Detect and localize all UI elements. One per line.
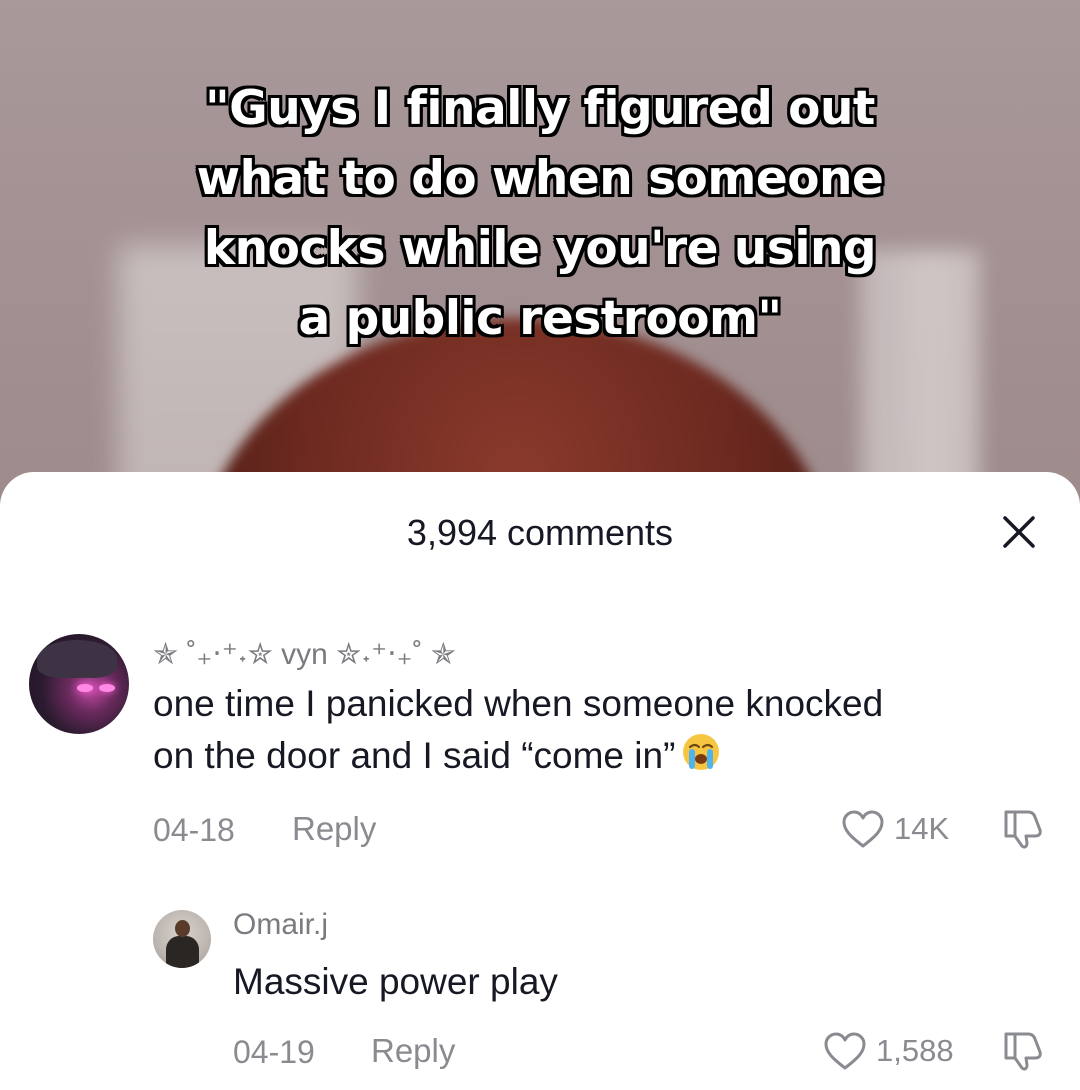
like-button[interactable]: 14K <box>840 808 949 850</box>
reply-button[interactable]: Reply <box>292 810 376 848</box>
comment-username[interactable]: Omair.j <box>233 908 328 942</box>
comment-username[interactable]: ✯ ˚₊‧⁺˖✮ vyn ✮˖⁺‧₊˚ ✯ <box>153 637 456 672</box>
comment-text-line: on the door and I said “come in” <box>153 730 883 782</box>
comment-text-line: Massive power play <box>233 961 558 1002</box>
heart-icon <box>842 810 884 848</box>
like-button[interactable]: 1,588 <box>822 1030 954 1072</box>
avatar[interactable] <box>153 910 211 968</box>
caption-line: what to do when someone <box>196 151 884 206</box>
comment-text-fragment: on the door and I said “come in” <box>153 735 676 776</box>
avatar-eye <box>99 684 115 692</box>
dislike-icon[interactable] <box>1000 806 1046 852</box>
comment-date: 04-18 <box>153 812 235 848</box>
caption-line: "Guys I finally figured out <box>205 81 875 136</box>
avatar-person-body <box>166 936 199 968</box>
like-count: 14K <box>894 811 950 846</box>
caption-line: a public restroom" <box>298 291 783 346</box>
loudly-crying-face-icon <box>683 734 720 770</box>
avatar-eye <box>77 684 93 692</box>
close-icon[interactable] <box>997 510 1041 554</box>
dislike-icon[interactable] <box>1000 1028 1046 1074</box>
heart-icon <box>824 1032 866 1070</box>
avatar-person-head <box>175 920 190 937</box>
avatar[interactable] <box>29 634 129 734</box>
comment-text: Massive power play <box>233 956 558 1008</box>
like-count: 1,588 <box>876 1033 954 1068</box>
caption-line: knocks while you're using <box>203 221 877 276</box>
avatar-hair <box>37 640 117 678</box>
screen: "Guys I finally figured out what to do w… <box>0 0 1080 1090</box>
reply-button[interactable]: Reply <box>371 1032 455 1070</box>
comment-text: one time I panicked when someone knocked… <box>153 678 883 782</box>
comment-date: 04-19 <box>233 1034 315 1070</box>
comment-text-line: one time I panicked when someone knocked <box>153 683 884 724</box>
comments-sheet: 3,994 comments ✯ ˚₊‧⁺˖✮ vyn ✮˖⁺‧₊˚ ✯ one… <box>0 472 1080 1090</box>
video-caption: "Guys I finally figured out what to do w… <box>0 74 1080 354</box>
comments-count-title: 3,994 comments <box>406 512 674 553</box>
video-player[interactable]: "Guys I finally figured out what to do w… <box>0 0 1080 520</box>
